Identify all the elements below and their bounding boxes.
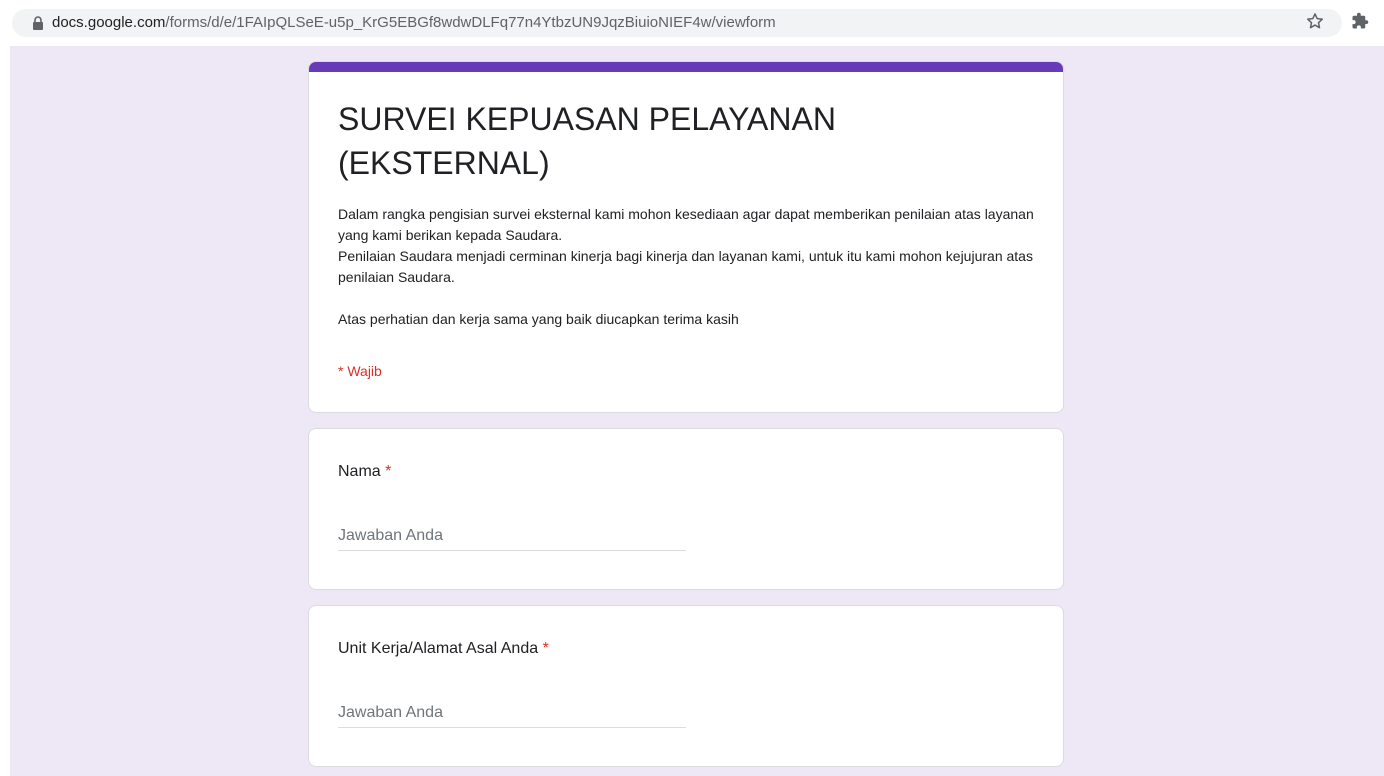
unit-kerja-answer-input[interactable] [338,698,686,728]
lock-icon[interactable] [32,16,44,30]
question-card-nama: Nama * [308,428,1064,590]
question-card-unit-kerja: Unit Kerja/Alamat Asal Anda * [308,605,1064,767]
required-asterisk: * [542,640,549,657]
puzzle-icon[interactable] [1351,12,1369,30]
star-icon[interactable] [1305,11,1325,31]
question-title: Unit Kerja/Alamat Asal Anda [338,640,539,657]
required-note: * Wajib [338,363,382,379]
description-line: Penilaian Saudara menjadi cerminan kiner… [338,248,1033,285]
form-header-card: SURVEI KEPUASAN PELAYANAN (EKSTERNAL) Da… [308,61,1064,413]
description-line: Dalam rangka pengisian survei eksternal … [338,206,1034,243]
form-page: SURVEI KEPUASAN PELAYANAN (EKSTERNAL) Da… [10,46,1384,776]
question-label: Unit Kerja/Alamat Asal Anda * [338,639,549,659]
description-line: Atas perhatian dan kerja sama yang baik … [338,311,739,327]
url-path: /forms/d/e/1FAIpQLSeE-u5p_KrG5EBGf8wdwDL… [165,14,776,31]
url-host: docs.google.com [52,14,166,31]
url-text[interactable]: docs.google.com/forms/d/e/1FAIpQLSeE-u5p… [52,14,776,32]
question-title: Nama [338,463,381,480]
address-bar[interactable]: docs.google.com/forms/d/e/1FAIpQLSeE-u5p… [12,9,1342,37]
required-asterisk: * [385,463,392,480]
form-description: Dalam rangka pengisian survei eksternal … [338,204,1038,330]
question-label: Nama * [338,462,391,482]
nama-answer-input[interactable] [338,521,686,551]
browser-toolbar: docs.google.com/forms/d/e/1FAIpQLSeE-u5p… [0,0,1384,46]
theme-accent-bar [309,62,1063,72]
form-title: SURVEI KEPUASAN PELAYANAN (EKSTERNAL) [338,101,836,181]
